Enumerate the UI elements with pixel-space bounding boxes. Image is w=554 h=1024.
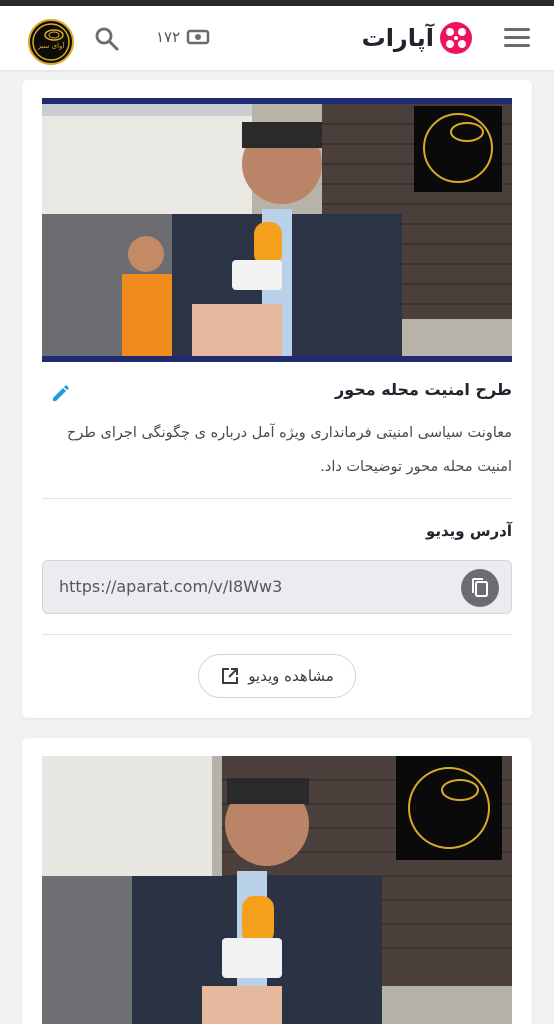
thumbnail-image-2: [42, 756, 512, 1024]
video-count[interactable]: ۱۷۲: [156, 28, 210, 46]
video-thumbnail-2[interactable]: [42, 756, 512, 1024]
external-link-icon: [222, 668, 239, 684]
watch-video-label: مشاهده ویدیو: [248, 667, 334, 685]
search-icon[interactable]: [94, 26, 120, 52]
app-header: آپارات ۱۷۲ آوای سبز: [0, 6, 554, 70]
divider: [42, 498, 512, 499]
video-address-label: آدرس ویدیو: [425, 522, 512, 540]
watch-video-button[interactable]: مشاهده ویدیو: [198, 654, 356, 698]
video-card-2: [22, 738, 532, 1024]
video-count-value: ۱۷۲: [156, 28, 181, 46]
aparat-logo-icon: [440, 22, 472, 54]
video-description: معاونت سیاسی امنیتی فرمانداری ویژه آمل د…: [66, 425, 512, 475]
menu-icon[interactable]: [504, 28, 530, 48]
copy-button[interactable]: [461, 569, 499, 607]
video-thumbnail[interactable]: [42, 98, 512, 362]
video-count-icon: [186, 29, 210, 45]
thumbnail-image: [42, 104, 512, 356]
channel-logo-image: آوای سبز: [32, 23, 70, 61]
aparat-logo[interactable]: آپارات: [362, 20, 474, 56]
video-url: https://aparat.com/v/I8Ww3: [59, 577, 283, 596]
copy-icon: [472, 578, 488, 597]
video-title-row: طرح امنیت محله محور: [42, 378, 512, 406]
video-card: طرح امنیت محله محور معاونت سیاسی امنیتی …: [22, 80, 532, 718]
video-url-field[interactable]: https://aparat.com/v/I8Ww3: [42, 560, 512, 614]
logo-text: آپارات: [361, 24, 434, 52]
channel-avatar[interactable]: آوای سبز: [28, 19, 74, 65]
edit-icon[interactable]: [50, 382, 72, 404]
video-title: طرح امنیت محله محور: [334, 380, 512, 399]
channel-logo-text: آوای سبز: [37, 41, 66, 50]
divider: [42, 634, 512, 635]
